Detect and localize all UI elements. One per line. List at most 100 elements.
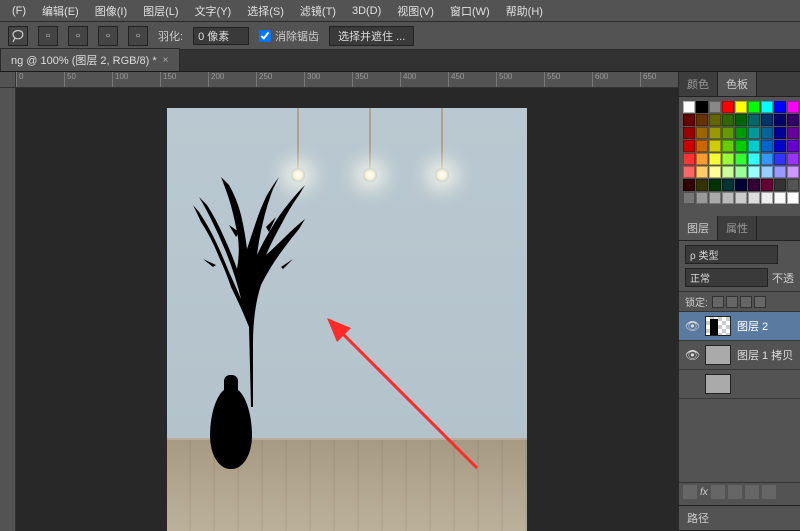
layer-kind-filter[interactable]: ρ 类型 bbox=[685, 245, 778, 264]
menu-view[interactable]: 视图(V) bbox=[389, 3, 442, 19]
menu-select[interactable]: 选择(S) bbox=[239, 3, 292, 19]
layer-thumbnail[interactable] bbox=[705, 345, 731, 365]
menu-edit[interactable]: 编辑(E) bbox=[34, 3, 87, 19]
swatch[interactable] bbox=[787, 179, 799, 191]
select-and-mask-button[interactable]: 选择并遮住 ... bbox=[329, 26, 414, 46]
swatch[interactable] bbox=[774, 127, 786, 139]
swatch[interactable] bbox=[722, 127, 734, 139]
layer-row[interactable]: 👁 图层 1 拷贝 bbox=[679, 341, 800, 370]
swatch[interactable] bbox=[735, 140, 747, 152]
swatch[interactable] bbox=[761, 192, 773, 204]
layer-name-label[interactable]: 图层 1 拷贝 bbox=[737, 347, 794, 363]
swatch[interactable] bbox=[735, 127, 747, 139]
new-adjustment-icon[interactable] bbox=[728, 485, 742, 499]
swatch[interactable] bbox=[696, 127, 708, 139]
ruler-corner[interactable] bbox=[0, 72, 16, 88]
document-canvas[interactable] bbox=[167, 108, 527, 531]
swatch[interactable] bbox=[709, 166, 721, 178]
swatch[interactable] bbox=[774, 166, 786, 178]
menu-3d[interactable]: 3D(D) bbox=[344, 5, 389, 17]
swatch[interactable] bbox=[722, 101, 734, 113]
layer-name-label[interactable]: 图层 2 bbox=[737, 318, 794, 334]
swatch[interactable] bbox=[748, 101, 760, 113]
swatch[interactable] bbox=[787, 153, 799, 165]
lasso-tool-icon[interactable] bbox=[8, 26, 28, 46]
swatch[interactable] bbox=[709, 114, 721, 126]
menu-layer[interactable]: 图层(L) bbox=[135, 3, 186, 19]
swatch[interactable] bbox=[748, 127, 760, 139]
swatch[interactable] bbox=[748, 140, 760, 152]
swatch[interactable] bbox=[683, 192, 695, 204]
swatch[interactable] bbox=[774, 179, 786, 191]
menu-image[interactable]: 图像(I) bbox=[87, 3, 135, 19]
swatch[interactable] bbox=[761, 153, 773, 165]
menu-window[interactable]: 窗口(W) bbox=[442, 3, 498, 19]
tab-properties[interactable]: 属性 bbox=[718, 216, 757, 240]
swatch[interactable] bbox=[735, 153, 747, 165]
swatch[interactable] bbox=[683, 179, 695, 191]
swatch[interactable] bbox=[709, 153, 721, 165]
swatch[interactable] bbox=[787, 101, 799, 113]
visibility-icon[interactable]: 👁 bbox=[685, 319, 699, 333]
swatch[interactable] bbox=[709, 192, 721, 204]
swatch[interactable] bbox=[774, 140, 786, 152]
swatch[interactable] bbox=[787, 140, 799, 152]
swatch[interactable] bbox=[709, 101, 721, 113]
swatch[interactable] bbox=[735, 101, 747, 113]
selection-subtract-icon[interactable]: ▫ bbox=[98, 26, 118, 46]
vertical-ruler[interactable] bbox=[0, 88, 16, 531]
new-layer-icon[interactable] bbox=[762, 485, 776, 499]
layer-thumbnail[interactable] bbox=[705, 316, 731, 336]
swatch[interactable] bbox=[683, 153, 695, 165]
link-layers-icon[interactable] bbox=[683, 485, 697, 499]
lock-artboard-icon[interactable] bbox=[740, 296, 752, 308]
swatch[interactable] bbox=[761, 114, 773, 126]
swatch[interactable] bbox=[696, 166, 708, 178]
swatch[interactable] bbox=[748, 153, 760, 165]
swatch[interactable] bbox=[722, 140, 734, 152]
swatch[interactable] bbox=[787, 166, 799, 178]
swatch[interactable] bbox=[735, 192, 747, 204]
add-mask-icon[interactable] bbox=[711, 485, 725, 499]
document-tab[interactable]: ng @ 100% (图层 2, RGB/8) * × bbox=[0, 48, 180, 71]
swatch[interactable] bbox=[722, 179, 734, 191]
swatch[interactable] bbox=[761, 179, 773, 191]
swatch[interactable] bbox=[735, 166, 747, 178]
swatch[interactable] bbox=[748, 166, 760, 178]
swatch[interactable] bbox=[683, 127, 695, 139]
swatch[interactable] bbox=[683, 114, 695, 126]
tab-swatches[interactable]: 色板 bbox=[718, 72, 757, 96]
layer-row[interactable]: 👁 图层 2 bbox=[679, 312, 800, 341]
swatch[interactable] bbox=[709, 179, 721, 191]
swatch[interactable] bbox=[722, 153, 734, 165]
swatch[interactable] bbox=[774, 101, 786, 113]
feather-input[interactable] bbox=[193, 27, 249, 45]
tab-paths[interactable]: 路径 bbox=[679, 505, 800, 531]
menu-filter[interactable]: 滤镜(T) bbox=[292, 3, 344, 19]
swatch[interactable] bbox=[735, 114, 747, 126]
swatch[interactable] bbox=[748, 192, 760, 204]
close-icon[interactable]: × bbox=[163, 55, 169, 66]
swatch[interactable] bbox=[683, 101, 695, 113]
swatch[interactable] bbox=[683, 140, 695, 152]
antialias-checkbox[interactable]: 消除锯齿 bbox=[259, 28, 319, 44]
swatch[interactable] bbox=[787, 127, 799, 139]
layer-thumbnail[interactable] bbox=[705, 374, 731, 394]
tab-layers[interactable]: 图层 bbox=[679, 216, 718, 240]
menu-help[interactable]: 帮助(H) bbox=[498, 3, 551, 19]
swatch[interactable] bbox=[696, 179, 708, 191]
swatch[interactable] bbox=[735, 179, 747, 191]
layer-row[interactable] bbox=[679, 370, 800, 399]
swatch[interactable] bbox=[696, 101, 708, 113]
visibility-icon[interactable]: 👁 bbox=[685, 348, 699, 362]
new-group-icon[interactable] bbox=[745, 485, 759, 499]
selection-new-icon[interactable]: ▫ bbox=[38, 26, 58, 46]
menu-type[interactable]: 文字(Y) bbox=[187, 3, 240, 19]
swatch[interactable] bbox=[748, 114, 760, 126]
fx-label[interactable]: fx bbox=[700, 487, 708, 498]
selection-intersect-icon[interactable]: ▫ bbox=[128, 26, 148, 46]
swatch[interactable] bbox=[748, 179, 760, 191]
swatch[interactable] bbox=[722, 114, 734, 126]
swatch[interactable] bbox=[761, 127, 773, 139]
menu-file[interactable]: (F) bbox=[4, 5, 34, 17]
